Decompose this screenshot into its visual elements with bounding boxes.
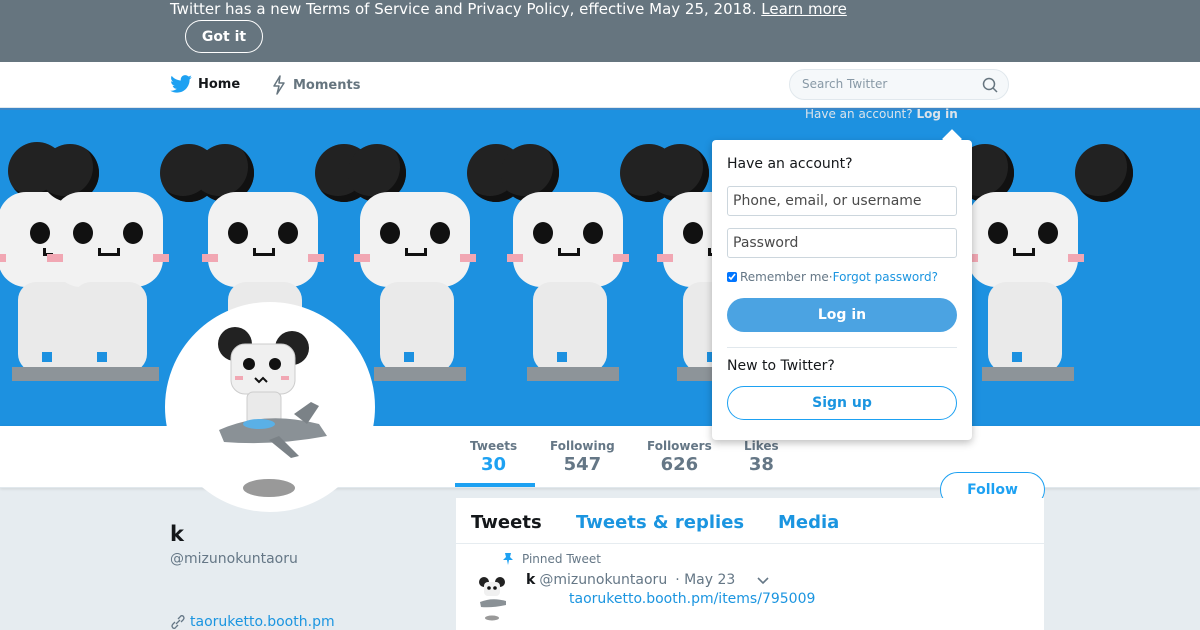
timeline-tabs: Tweets Tweets & replies Media	[456, 498, 1044, 544]
tweet-header: k @mizunokuntaoru · May 23	[526, 572, 735, 588]
tab-media[interactable]: Media	[778, 512, 839, 533]
stat-label: Tweets	[470, 439, 518, 453]
remember-row: Remember me · Forgot password?	[727, 270, 938, 284]
profile-handle: @mizunokuntaoru	[170, 551, 298, 567]
login-dropdown: Have an account? Remember me · Forgot pa…	[712, 140, 972, 440]
sign-up-button[interactable]: Sign up	[727, 386, 957, 420]
dropdown-title: Have an account?	[727, 156, 853, 172]
pinned-tweet-label: Pinned Tweet	[502, 552, 601, 566]
nav-home[interactable]: Home	[170, 75, 240, 93]
nav-moments[interactable]: Moments	[271, 75, 360, 95]
profile-website-link[interactable]: taoruketto.booth.pm	[170, 614, 335, 630]
username-field[interactable]	[727, 186, 957, 216]
login-trigger[interactable]: Have an account? Log in	[805, 107, 958, 121]
stat-label: Following	[550, 439, 615, 453]
tweet-author-name[interactable]: k	[526, 572, 535, 588]
mascot-figure	[348, 142, 525, 392]
search-icon[interactable]	[982, 77, 998, 93]
remember-me-label: Remember me	[740, 270, 829, 284]
mascot-figure	[501, 142, 678, 392]
stat-value: 38	[748, 454, 774, 475]
learn-more-link[interactable]: Learn more	[761, 0, 847, 18]
forgot-password-link[interactable]: Forgot password?	[833, 270, 938, 284]
stat-label: Followers	[647, 439, 712, 453]
stat-value: 626	[660, 454, 699, 475]
profile-name: k	[170, 522, 184, 546]
active-stat-underline	[455, 483, 535, 487]
timeline: Tweets Tweets & replies Media Pinned Twe…	[456, 498, 1044, 630]
tweet-author-handle[interactable]: @mizunokuntaoru	[539, 572, 667, 588]
stat-followers[interactable]: Followers 626	[647, 439, 712, 475]
stat-value: 547	[563, 454, 602, 475]
tweet-link[interactable]: taoruketto.booth.pm/items/795009	[569, 591, 815, 607]
stat-following[interactable]: Following 547	[550, 439, 615, 475]
link-icon	[171, 615, 185, 629]
twitter-bird-icon	[170, 75, 192, 93]
notice-text: Twitter has a new Terms of Service and P…	[170, 0, 757, 18]
nav-moments-label: Moments	[293, 77, 361, 93]
profile-website-text: taoruketto.booth.pm	[190, 614, 335, 630]
lightning-icon	[273, 75, 285, 95]
nav-home-label: Home	[198, 76, 241, 92]
login-trigger-action: Log in	[916, 107, 958, 121]
pinned-tweet-text: Pinned Tweet	[522, 552, 601, 566]
tab-tweets[interactable]: Tweets	[471, 512, 542, 533]
remember-me-checkbox[interactable]	[727, 272, 737, 282]
pin-icon	[503, 553, 513, 565]
login-trigger-question: Have an account?	[805, 107, 913, 121]
stat-label: Likes	[744, 439, 779, 453]
search-box	[789, 69, 1009, 100]
mascot-figure	[41, 142, 218, 392]
stat-likes[interactable]: Likes 38	[744, 439, 779, 475]
tweet-avatar[interactable]	[472, 572, 512, 622]
notice-text-line: Twitter has a new Terms of Service and P…	[170, 0, 847, 18]
password-field[interactable]	[727, 228, 957, 258]
new-to-twitter-text: New to Twitter?	[727, 358, 835, 374]
got-it-button[interactable]: Got it	[185, 20, 263, 53]
stat-tweets[interactable]: Tweets 30	[470, 439, 517, 475]
tab-tweets-and-replies[interactable]: Tweets & replies	[576, 512, 744, 533]
login-button[interactable]: Log in	[727, 298, 957, 332]
avatar[interactable]	[165, 302, 375, 512]
tweet-avatar-image	[479, 577, 506, 621]
panda-on-airplane-image	[218, 327, 327, 497]
tweet-date[interactable]: · May 23	[675, 572, 735, 588]
search-input[interactable]	[802, 77, 972, 91]
notice-banner: Twitter has a new Terms of Service and P…	[0, 0, 1200, 62]
chevron-down-icon[interactable]	[756, 576, 770, 586]
dropdown-divider	[727, 347, 957, 348]
stat-value: 30	[481, 454, 507, 475]
top-navigation: Home Moments	[0, 62, 1200, 108]
mascot-figure	[956, 142, 1133, 392]
